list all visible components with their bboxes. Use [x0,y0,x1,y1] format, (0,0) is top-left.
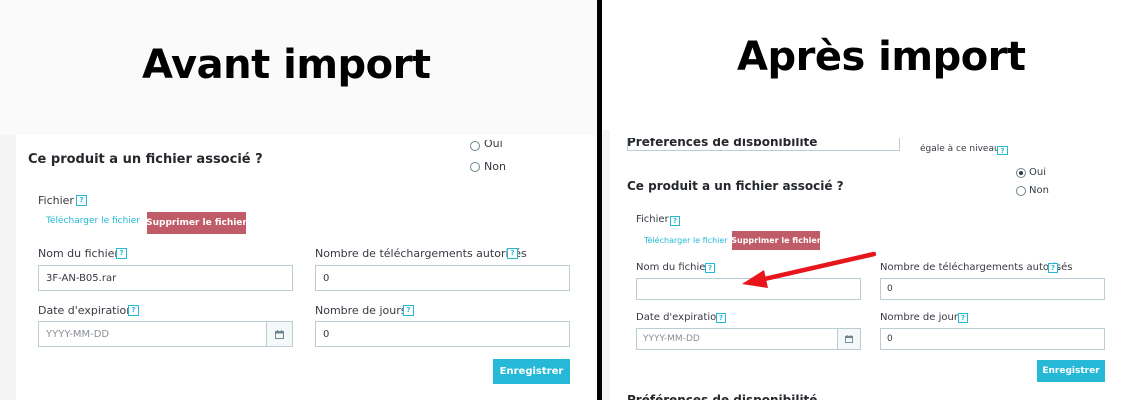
help-icon[interactable]: ? [958,313,968,323]
help-icon[interactable]: ? [507,248,518,259]
delete-file-button[interactable]: Supprimer le fichier [146,212,247,234]
panel-after-import: Après import Préférences de disponibilit… [602,0,1147,400]
save-button[interactable]: Enregistrer [1037,360,1105,382]
help-icon[interactable]: ? [997,146,1008,155]
save-button[interactable]: Enregistrer [493,359,570,384]
filename-label: Nom du fichier [636,262,710,273]
download-file-link[interactable]: Télécharger le fichier [644,236,728,245]
downloads-allowed-input[interactable]: 0 [880,278,1105,300]
number-of-days-input[interactable]: 0 [315,321,570,347]
page-gutter [602,130,610,400]
expiration-date-label: Date d'expiration [38,304,134,317]
radio-non[interactable] [1016,186,1026,196]
radio-non[interactable] [470,162,480,172]
page-gutter [0,135,16,400]
expiration-date-input[interactable]: YYYY-MM-DD [636,328,838,350]
calendar-icon [845,335,853,343]
radio-non-label: Non [1029,185,1049,196]
availability-preferences-title-bottom: Préférences de disponibilité [627,394,817,400]
calendar-button[interactable] [837,328,861,350]
help-icon[interactable]: ? [76,195,87,206]
red-arrow-icon [742,251,876,288]
section-title: Ce produit a un fichier associé ? [28,152,263,167]
radio-oui-label: Oui [1029,167,1046,178]
expiration-date-input[interactable]: YYYY-MM-DD [38,321,267,347]
number-of-days-label: Nombre de jours [880,312,964,323]
availability-level-text: égale à ce niveau [920,144,1000,154]
calendar-icon [275,329,284,339]
help-icon[interactable]: ? [1048,263,1058,273]
fichier-label: Fichier [38,194,74,207]
help-icon[interactable]: ? [403,305,414,316]
number-of-days-label: Nombre de jours [315,304,407,317]
help-icon[interactable]: ? [705,263,715,273]
filename-input[interactable]: 3F-AN-B05.rar [38,265,293,291]
help-icon[interactable]: ? [670,216,680,226]
expiration-date-label: Date d'expiration [636,312,723,323]
calendar-button[interactable] [266,321,293,347]
heading-apres-import: Après import [737,34,1026,80]
panel-before-import: Avant import Oui Non Ce produit a un fic… [0,0,597,400]
truncated-input[interactable] [627,138,900,151]
help-icon[interactable]: ? [128,305,139,316]
radio-non-label: Non [484,160,506,173]
number-of-days-input[interactable]: 0 [880,328,1105,350]
downloads-allowed-input[interactable]: 0 [315,265,570,291]
filename-label: Nom du fichier [38,247,119,260]
fichier-label: Fichier [636,214,669,225]
section-title: Ce produit a un fichier associé ? [627,179,844,193]
downloads-allowed-label: Nombre de téléchargements autorisés [880,262,1073,273]
radio-oui[interactable] [470,141,480,151]
help-icon[interactable]: ? [116,248,127,259]
radio-oui[interactable] [1016,168,1026,178]
downloads-allowed-label: Nombre de téléchargements autorisés [315,247,527,260]
download-file-link[interactable]: Télécharger le fichier [46,216,140,226]
heading-avant-import: Avant import [142,42,431,88]
help-icon[interactable]: ? [716,313,726,323]
radio-oui-label: Oui [484,140,503,148]
